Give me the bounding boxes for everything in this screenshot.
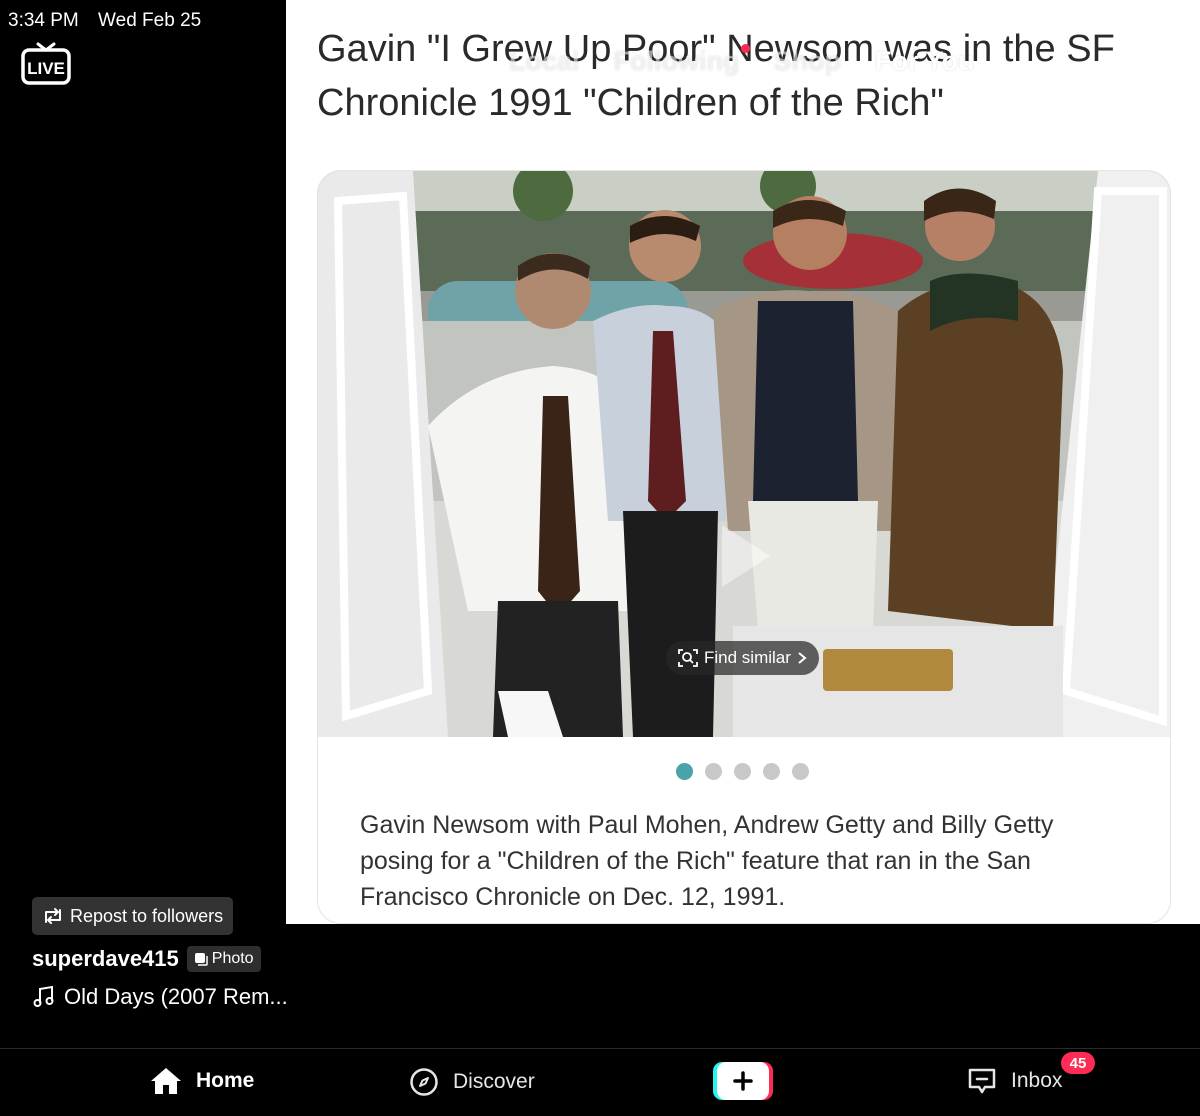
- find-similar-button[interactable]: Find similar: [666, 641, 819, 675]
- status-bar: 3:34 PM Wed Feb 25: [8, 10, 215, 32]
- home-icon: [151, 1068, 181, 1094]
- scan-search-icon: [678, 649, 698, 667]
- carousel-dots: [676, 763, 809, 780]
- live-tv-icon: LIVE: [21, 42, 71, 85]
- inbox-message-icon: [968, 1068, 996, 1094]
- status-date: Wed Feb 25: [98, 10, 202, 31]
- photo-caption: Gavin Newsom with Paul Mohen, Andrew Get…: [360, 811, 1054, 911]
- post-content: Gavin "I Grew Up Poor" Newsom was in the…: [286, 0, 1200, 924]
- carousel-dot[interactable]: [676, 763, 693, 780]
- repost-button[interactable]: Repost to followers: [32, 897, 234, 935]
- notification-dot: [741, 44, 750, 53]
- compass-icon: [410, 1068, 438, 1096]
- carousel-dot[interactable]: [792, 763, 809, 780]
- play-icon: [722, 525, 770, 587]
- tab-for-you[interactable]: For You: [875, 46, 975, 77]
- photo-badge-label: Photo: [211, 950, 254, 967]
- inbox-badge: 45: [1061, 1052, 1095, 1074]
- status-time: 3:34 PM: [8, 10, 79, 31]
- repost-icon: [45, 908, 61, 924]
- photo-badge: Photo: [186, 946, 261, 972]
- nav-home-label: Home: [196, 1069, 255, 1092]
- music-note-icon: [33, 985, 54, 1007]
- author-row: superdave415 Photo: [32, 946, 261, 972]
- nav-inbox-label: Inbox: [1011, 1069, 1063, 1092]
- nav-inbox[interactable]: Inbox: [967, 1067, 1062, 1095]
- photo-stack-icon: [194, 953, 208, 966]
- music-title: Old Days (2007 Rem...: [64, 984, 288, 1009]
- create-button[interactable]: [713, 1062, 773, 1100]
- carousel-dot[interactable]: [763, 763, 780, 780]
- live-button[interactable]: LIVE: [20, 38, 72, 88]
- carousel-dot[interactable]: [734, 763, 751, 780]
- carousel-dot[interactable]: [705, 763, 722, 780]
- chevron-right-icon: [798, 652, 807, 664]
- repost-label: Repost to followers: [70, 905, 224, 926]
- music-row[interactable]: Old Days (2007 Rem...: [32, 984, 288, 1010]
- tab-following[interactable]: Following: [614, 46, 740, 77]
- live-label: LIVE: [27, 59, 65, 78]
- find-similar-label: Find similar: [704, 648, 791, 667]
- tab-local[interactable]: Local: [509, 46, 580, 77]
- bottom-nav: Home Discover Inbox: [0, 1048, 1200, 1116]
- author-username[interactable]: superdave415: [32, 946, 179, 972]
- nav-home[interactable]: Home: [150, 1067, 254, 1095]
- plus-icon: [713, 1062, 773, 1100]
- nav-discover[interactable]: Discover: [409, 1067, 535, 1097]
- nav-discover-label: Discover: [453, 1070, 535, 1093]
- active-tab-indicator: [741, 88, 767, 91]
- post-card: Find similar Gavin Newsom with Paul Mohe…: [317, 170, 1171, 924]
- tab-shop[interactable]: Shop: [774, 46, 842, 77]
- post-photo[interactable]: Find similar: [318, 171, 1170, 737]
